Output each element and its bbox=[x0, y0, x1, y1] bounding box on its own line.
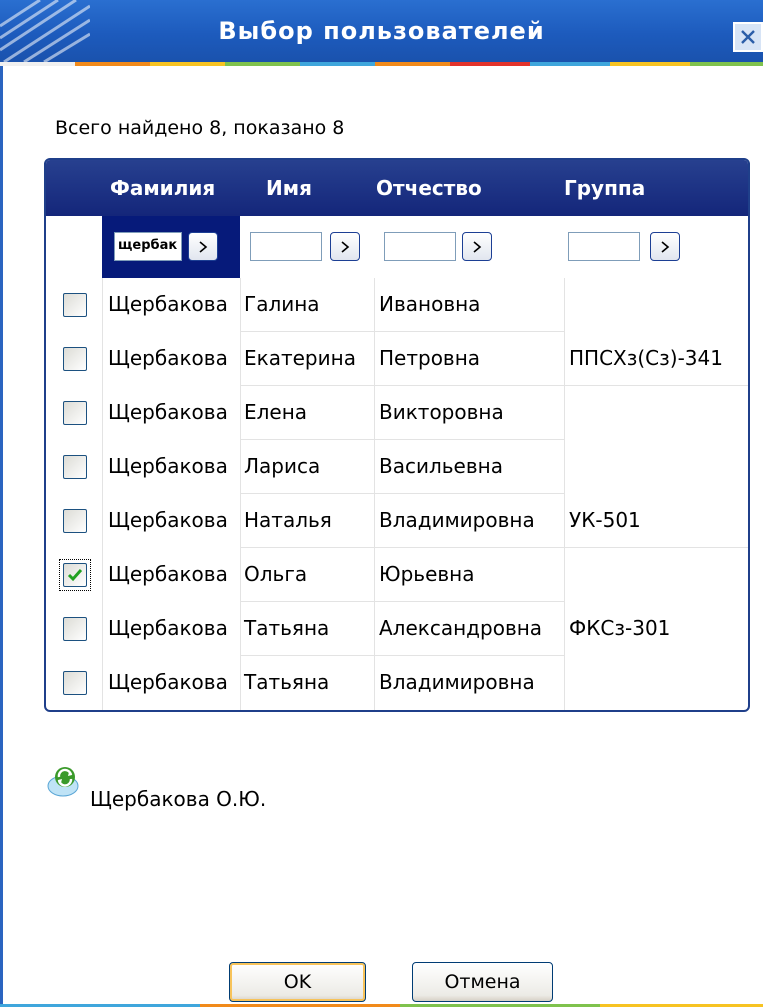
row-checkbox[interactable] bbox=[63, 347, 87, 371]
table-row[interactable]: Щербакова Елена Викторовна bbox=[46, 386, 748, 440]
filter-input-lastname[interactable]: щербак bbox=[114, 232, 182, 261]
cell-firstname: Татьяна bbox=[244, 616, 330, 640]
results-count: Всего найдено 8, показано 8 bbox=[55, 117, 345, 139]
cell-firstname: Екатерина bbox=[244, 346, 356, 370]
filter-apply-button-lastname[interactable] bbox=[188, 232, 218, 261]
filter-input-group[interactable] bbox=[568, 232, 640, 261]
row-checkbox[interactable] bbox=[63, 455, 87, 479]
filter-apply-button-group[interactable] bbox=[650, 232, 680, 261]
cell-group: ППСХз(Сз)-341 bbox=[569, 346, 723, 370]
cell-group: ФКСз-301 bbox=[569, 616, 671, 640]
column-header-firstname[interactable]: Имя bbox=[266, 176, 312, 200]
cell-firstname: Ольга bbox=[244, 562, 308, 586]
cell-middlename: Ивановна bbox=[379, 292, 481, 316]
row-checkbox[interactable] bbox=[63, 401, 87, 425]
row-checkbox[interactable] bbox=[63, 671, 87, 695]
title-accent-stripe bbox=[0, 62, 763, 66]
cell-lastname: Щербакова bbox=[108, 670, 228, 694]
filter-input-middlename[interactable] bbox=[384, 232, 456, 261]
row-checkbox[interactable] bbox=[63, 293, 87, 317]
table-row[interactable]: Щербакова Лариса Васильевна bbox=[46, 440, 748, 494]
table-row[interactable]: Щербакова Галина Ивановна bbox=[46, 278, 748, 332]
refresh-user-icon[interactable] bbox=[45, 764, 81, 800]
cell-lastname: Щербакова bbox=[108, 292, 228, 316]
cell-middlename: Викторовна bbox=[379, 400, 504, 424]
close-button[interactable] bbox=[733, 22, 763, 52]
table-row[interactable]: Щербакова Наталья Владимировна УК-501 bbox=[46, 494, 748, 548]
cell-middlename: Владимировна bbox=[379, 670, 535, 694]
table-row[interactable]: Щербакова Татьяна Владимировна bbox=[46, 656, 748, 710]
cell-middlename: Александровна bbox=[379, 616, 543, 640]
cell-firstname: Лариса bbox=[244, 454, 321, 478]
cell-firstname: Елена bbox=[244, 400, 308, 424]
cell-middlename: Юрьевна bbox=[379, 562, 475, 586]
cell-lastname: Щербакова bbox=[108, 400, 228, 424]
selected-user-name: Щербакова О.Ю. bbox=[90, 787, 267, 811]
column-header-lastname[interactable]: Фамилия bbox=[110, 176, 215, 200]
chevron-right-icon bbox=[473, 240, 482, 253]
cell-lastname: Щербакова bbox=[108, 346, 228, 370]
filter-apply-button-middlename[interactable] bbox=[462, 232, 492, 261]
cell-lastname: Щербакова bbox=[108, 562, 228, 586]
column-header-middlename[interactable]: Отчество bbox=[376, 176, 482, 200]
title-bar: Выбор пользователей bbox=[0, 0, 763, 62]
table-row[interactable]: Щербакова Татьяна Александровна ФКСз-301 bbox=[46, 602, 748, 656]
window-left-border bbox=[0, 66, 3, 1007]
filter-apply-button-firstname[interactable] bbox=[330, 232, 360, 261]
cell-lastname: Щербакова bbox=[108, 508, 228, 532]
row-checkbox[interactable] bbox=[63, 509, 87, 533]
cell-lastname: Щербакова bbox=[108, 454, 228, 478]
cell-middlename: Петровна bbox=[379, 346, 481, 370]
cell-middlename: Владимировна bbox=[379, 508, 535, 532]
window-title: Выбор пользователей bbox=[218, 17, 545, 45]
row-checkbox-checked[interactable] bbox=[63, 563, 87, 587]
cell-group: УК-501 bbox=[569, 508, 641, 532]
users-table: Фамилия Имя Отчество Группа щербак Щерба… bbox=[44, 158, 750, 712]
cell-firstname: Наталья bbox=[244, 508, 332, 532]
column-header-group[interactable]: Группа bbox=[564, 176, 645, 200]
cancel-button[interactable]: Отмена bbox=[412, 962, 553, 1002]
cell-firstname: Галина bbox=[244, 292, 320, 316]
row-checkbox[interactable] bbox=[63, 617, 87, 641]
cell-lastname: Щербакова bbox=[108, 616, 228, 640]
table-row[interactable]: Щербакова Екатерина Петровна ППСХз(Сз)-3… bbox=[46, 332, 748, 386]
cell-firstname: Татьяна bbox=[244, 670, 330, 694]
chevron-right-icon bbox=[199, 240, 208, 253]
filter-input-firstname[interactable] bbox=[250, 232, 322, 261]
filter-row: щербак bbox=[46, 216, 748, 278]
cell-middlename: Васильевна bbox=[379, 454, 503, 478]
chevron-right-icon bbox=[341, 240, 350, 253]
check-icon bbox=[67, 569, 83, 582]
chevron-right-icon bbox=[661, 240, 670, 253]
table-row[interactable]: Щербакова Ольга Юрьевна bbox=[46, 548, 748, 602]
close-icon bbox=[741, 30, 755, 44]
ok-button[interactable]: OK bbox=[229, 962, 366, 1002]
table-header: Фамилия Имя Отчество Группа bbox=[46, 160, 748, 216]
